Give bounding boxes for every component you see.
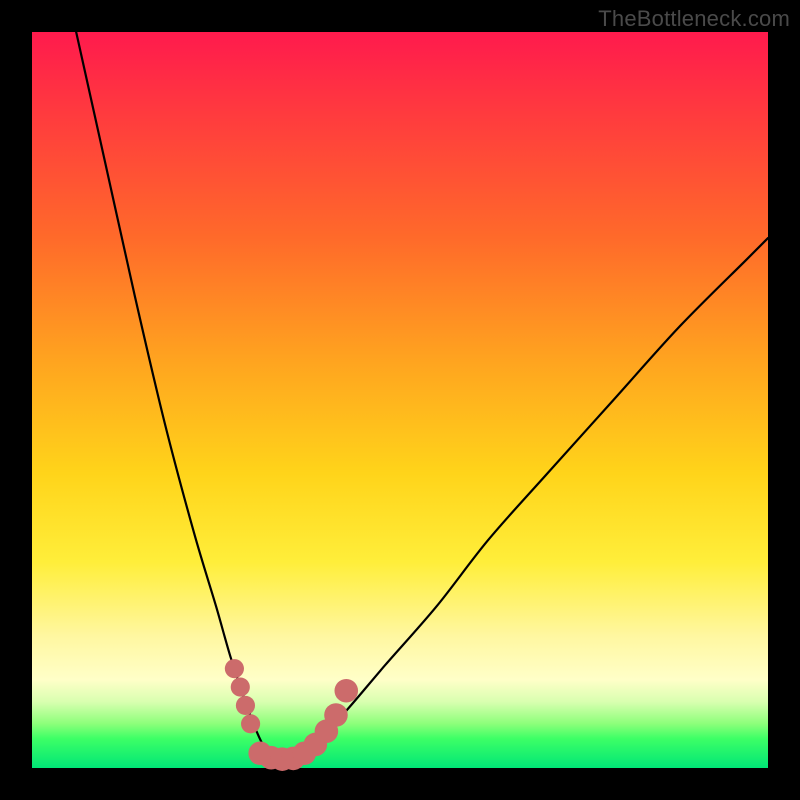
chart-overlay: [32, 32, 768, 768]
curve-marker: [231, 677, 250, 696]
curve-marker: [241, 714, 260, 733]
curve-marker: [334, 679, 358, 703]
watermark-text: TheBottleneck.com: [598, 6, 790, 32]
curve-marker: [236, 696, 255, 715]
chart-frame: TheBottleneck.com: [0, 0, 800, 800]
curve-left: [76, 32, 278, 768]
curve-marker: [324, 703, 348, 727]
curve-marker: [225, 659, 244, 678]
marker-group: [225, 659, 358, 771]
